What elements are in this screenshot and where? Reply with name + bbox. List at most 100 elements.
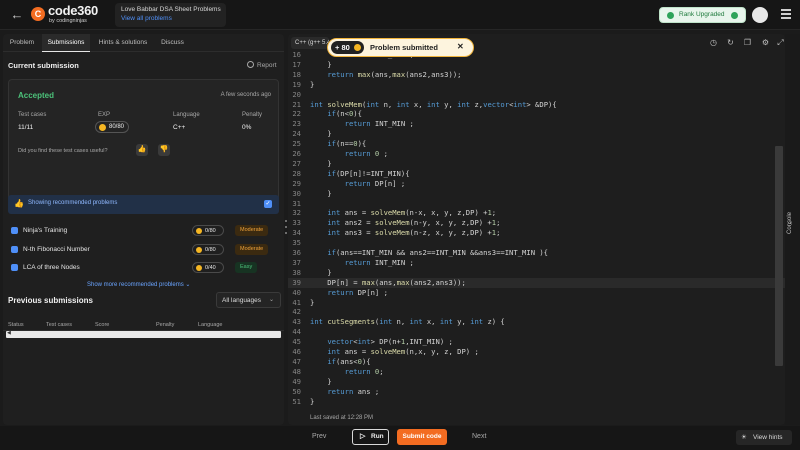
code-line[interactable]: 42 bbox=[288, 307, 785, 317]
code-line[interactable]: 43 int cutSegments(int n, int x, int y, i… bbox=[288, 317, 785, 327]
fullscreen-icon[interactable]: ⤢ bbox=[776, 38, 785, 47]
code-line[interactable]: 39 DP[n] = max(ans,max(ans2,ans3)); bbox=[288, 277, 785, 288]
rank-upgraded-button[interactable]: Rank Upgraded bbox=[659, 7, 746, 23]
back-arrow-icon[interactable]: ← bbox=[9, 7, 25, 23]
code-text[interactable]: return INT_MIN ; bbox=[310, 119, 414, 129]
view-all-problems-link[interactable]: View all problems bbox=[121, 15, 172, 22]
code-line[interactable]: 34 int ans3 = solveMem(n-z, x, y, z,DP) … bbox=[288, 228, 785, 238]
avatar[interactable] bbox=[752, 7, 768, 23]
scroll-left-arrow-icon[interactable]: ◀ bbox=[7, 330, 11, 336]
code-line[interactable]: 35 bbox=[288, 238, 785, 248]
code-text[interactable]: } bbox=[310, 80, 314, 90]
hamburger-menu-icon[interactable] bbox=[781, 9, 791, 21]
code-line[interactable]: 22 if(n<0){ bbox=[288, 109, 785, 119]
code-text[interactable]: int ans = solveMem(n,x, y, z, DP) ; bbox=[310, 347, 478, 357]
next-button[interactable]: Next bbox=[472, 433, 486, 440]
vertical-scrollbar[interactable] bbox=[775, 146, 783, 366]
code-text[interactable]: int cutSegments(int n, int x, int y, int… bbox=[310, 317, 505, 327]
code-line[interactable]: 31 bbox=[288, 199, 785, 209]
show-more-recommended-link[interactable]: Show more recommended problems ⌄ bbox=[87, 281, 190, 288]
code-line[interactable]: 20 bbox=[288, 90, 785, 100]
copy-icon[interactable]: ❐ bbox=[743, 38, 752, 47]
code-line[interactable]: 17 } bbox=[288, 60, 785, 70]
code-line[interactable]: 46 int ans = solveMem(n,x, y, z, DP) ; bbox=[288, 347, 785, 357]
code-text[interactable]: vector<int> DP(n+1,INT_MIN) ; bbox=[310, 337, 453, 347]
language-filter-select[interactable]: All languages ⌄ bbox=[216, 292, 281, 308]
code-line[interactable]: 32 int ans = solveMem(n-x, x, y, z,DP) +… bbox=[288, 208, 785, 218]
code-text[interactable]: } bbox=[310, 189, 331, 199]
code-line[interactable]: 38 } bbox=[288, 268, 785, 278]
recommended-problem[interactable]: Ninja's Training 0/80 Moderate bbox=[8, 224, 279, 238]
code-line[interactable]: 41} bbox=[288, 298, 785, 308]
tab-discuss[interactable]: Discuss bbox=[155, 34, 190, 52]
code-line[interactable]: 29 return DP[n] ; bbox=[288, 179, 785, 189]
prev-button[interactable]: Prev bbox=[312, 433, 326, 440]
run-button[interactable]: ▷ Run bbox=[352, 429, 389, 445]
tab-problem[interactable]: Problem bbox=[3, 34, 41, 52]
code-text[interactable]: return 0; bbox=[310, 367, 384, 377]
code-line[interactable]: 37 return INT_MIN ; bbox=[288, 258, 785, 268]
view-hints-button[interactable]: ☀ View hints bbox=[736, 430, 792, 445]
code-line[interactable]: 49 } bbox=[288, 377, 785, 387]
problem-name[interactable]: N-th Fibonacci Number bbox=[23, 246, 90, 253]
code-line[interactable]: 26 return 0 ; bbox=[288, 149, 785, 159]
code-text[interactable]: if(DP[n]!=INT_MIN){ bbox=[310, 169, 409, 179]
code-text[interactable]: return DP[n] ; bbox=[310, 179, 406, 189]
thumbs-up-icon[interactable]: 👍 bbox=[136, 144, 148, 156]
report-button[interactable]: Report bbox=[247, 61, 277, 69]
code-line[interactable]: 47 if(ans<0){ bbox=[288, 357, 785, 367]
code-line[interactable]: 33 int ans2 = solveMem(n-y, x, y, z,DP) … bbox=[288, 218, 785, 228]
code-line[interactable]: 45 vector<int> DP(n+1,INT_MIN) ; bbox=[288, 337, 785, 347]
code-line[interactable]: 24 } bbox=[288, 129, 785, 139]
code-text[interactable]: if(n==0){ bbox=[310, 139, 366, 149]
submit-code-button[interactable]: Submit code bbox=[397, 429, 447, 445]
code-text[interactable]: return 0 ; bbox=[310, 149, 388, 159]
code-text[interactable]: } bbox=[310, 397, 314, 407]
code-text[interactable]: return max(ans,max(ans2,ans3)); bbox=[310, 70, 461, 80]
language-select[interactable]: C++ (g++ 5.4) bbox=[291, 37, 329, 49]
code360-logo-icon[interactable]: C bbox=[31, 7, 45, 21]
recommended-problem[interactable]: N-th Fibonacci Number 0/80 Moderate bbox=[8, 243, 279, 257]
tab-submissions[interactable]: Submissions bbox=[42, 34, 90, 52]
horizontal-scrollbar[interactable]: ◀ bbox=[6, 330, 281, 338]
code-line[interactable]: 30 } bbox=[288, 189, 785, 199]
code-text[interactable]: if(n<0){ bbox=[310, 109, 362, 119]
thumbs-down-icon[interactable]: 👎 bbox=[158, 144, 170, 156]
code-line[interactable]: 23 return INT_MIN ; bbox=[288, 119, 785, 129]
tab-hints-solutions[interactable]: Hints & solutions bbox=[92, 34, 154, 52]
gear-icon[interactable]: ⚙ bbox=[761, 38, 770, 47]
code-line[interactable]: 40 return DP[n] ; bbox=[288, 288, 785, 298]
recommended-checkbox[interactable]: ✓ bbox=[264, 200, 272, 208]
code-text[interactable]: } bbox=[310, 129, 331, 139]
code-line[interactable]: 28 if(DP[n]!=INT_MIN){ bbox=[288, 169, 785, 179]
code-text[interactable]: int ans3 = solveMem(n-z, x, y, z,DP) +1; bbox=[310, 228, 500, 238]
clock-icon[interactable]: ◷ bbox=[709, 38, 718, 47]
code-line[interactable]: 50 return ans ; bbox=[288, 387, 785, 397]
code-line[interactable]: 51} bbox=[288, 397, 785, 407]
code-text[interactable]: DP[n] = max(ans,max(ans2,ans3)); bbox=[310, 278, 466, 288]
code-line[interactable]: 27 } bbox=[288, 159, 785, 169]
console-tab[interactable]: ‹ Console bbox=[785, 34, 800, 425]
code-text[interactable]: } bbox=[310, 377, 331, 387]
code-text[interactable]: } bbox=[310, 159, 331, 169]
code-text[interactable]: int solveMem(int n, int x, int y, int z,… bbox=[310, 100, 557, 110]
code-text[interactable]: if(ans==INT_MIN && ans2==INT_MIN &&ans3=… bbox=[310, 248, 548, 258]
code-line[interactable]: 19} bbox=[288, 80, 785, 90]
code-text[interactable]: return DP[n] ; bbox=[310, 288, 388, 298]
problem-name[interactable]: LCA of three Nodes bbox=[23, 264, 80, 271]
code-line[interactable]: 48 return 0; bbox=[288, 367, 785, 377]
recommended-problem[interactable]: LCA of three Nodes 0/40 Easy bbox=[8, 261, 279, 275]
close-icon[interactable]: ✕ bbox=[457, 42, 464, 51]
problem-name[interactable]: Ninja's Training bbox=[23, 227, 67, 234]
code-area[interactable]: 16 return INT_MIN ;17 }18 return max(ans… bbox=[288, 52, 785, 414]
code-text[interactable]: if(ans<0){ bbox=[310, 357, 370, 367]
code-text[interactable]: return INT_MIN ; bbox=[310, 258, 414, 268]
refresh-icon[interactable]: ↻ bbox=[726, 38, 735, 47]
code-text[interactable]: } bbox=[310, 60, 331, 70]
code-line[interactable]: 44 bbox=[288, 327, 785, 337]
code-line[interactable]: 18 return max(ans,max(ans2,ans3)); bbox=[288, 70, 785, 80]
code-line[interactable]: 36 if(ans==INT_MIN && ans2==INT_MIN &&an… bbox=[288, 248, 785, 258]
logo-text[interactable]: code360 bbox=[48, 3, 98, 18]
code-text[interactable]: int ans2 = solveMem(n-y, x, y, z,DP) +1; bbox=[310, 218, 500, 228]
code-line[interactable]: 21 int solveMem(int n, int x, int y, int … bbox=[288, 100, 785, 110]
